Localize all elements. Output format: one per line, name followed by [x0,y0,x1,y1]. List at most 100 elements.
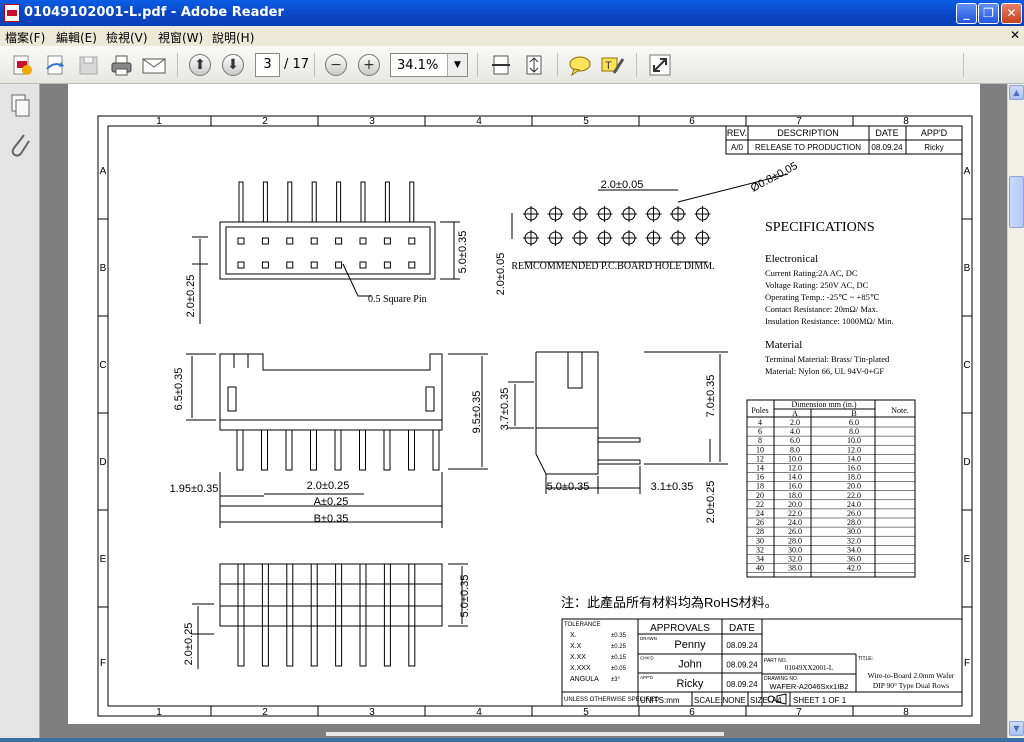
pin [262,181,268,223]
col-label: 4 [476,707,482,718]
zoom-select[interactable]: 34.1% ▼ [390,53,468,77]
table-cell: 16.0 [788,482,802,491]
col-label: 1 [156,116,162,127]
table-cell: 28.0 [847,518,861,527]
table-cell: 4.0 [790,427,800,436]
dim-side-h3: 3.7±0.35 [499,388,511,431]
email-button[interactable] [140,51,168,79]
save-button[interactable] [74,51,102,79]
highlight-button[interactable]: T [599,51,627,79]
pin-pad [408,261,416,269]
dim-side-h1: 6.5±0.35 [173,368,185,411]
tolerance-label: ANGULA [570,676,599,683]
dim-hole-diameter: Ø0.8±0.05 [749,160,800,195]
menu-edit[interactable]: 編輯(E) [56,29,97,46]
table-cell: 12.0 [847,445,861,454]
pin [384,181,390,223]
edit-button[interactable] [41,51,69,79]
pin-pad [359,237,367,245]
pin [408,563,416,667]
tolerance-label: X.XXX [570,665,591,672]
table-cell: 8.0 [849,427,859,436]
comment-button[interactable] [566,51,594,79]
zoom-in-button[interactable]: + [355,51,383,79]
horizontal-scroll-indicator[interactable] [326,732,724,736]
dim-front-row: 2.0±0.25 [185,275,197,318]
page-number-input[interactable]: 3 [255,53,280,77]
minimize-button[interactable]: _ [956,3,977,24]
col-label: 8 [903,707,909,718]
row-label: C [963,360,970,371]
spec-electrical-title: Electronical [765,253,818,265]
col-label: 2 [262,116,268,127]
pin-pad [383,237,391,245]
pdf-page: 1 2 3 4 5 6 7 8 1 2 3 4 5 6 7 8 A B C D … [68,84,980,724]
table-cell: 42.0 [847,564,861,573]
person-name: Ricky [677,678,704,690]
pin [287,181,293,223]
pin [359,563,367,667]
print-button[interactable] [107,51,135,79]
tb-date: DATE [729,623,755,634]
rev-cell: Ricky [924,143,944,152]
previous-page-button[interactable]: ⬆ [186,51,214,79]
fit-page-button[interactable] [520,51,548,79]
table-cell: 38.0 [788,564,802,573]
pin [409,181,415,223]
menu-file[interactable]: 檔案(F) [5,29,45,46]
fit-width-button[interactable] [487,51,515,79]
square-pin-label: 0.5 Square Pin [368,294,427,305]
create-pdf-button[interactable] [8,51,36,79]
vertical-scrollbar[interactable]: ▲ ▼ [1007,84,1024,738]
svg-text:T: T [605,60,612,72]
approval-date: 08.09.24 [726,641,758,650]
col-label: 5 [583,707,589,718]
table-cell: 10.0 [847,436,861,445]
dim-bottom-height: 5.0±0.35 [459,575,471,618]
table-cell: 12 [756,454,764,463]
spec-line: Voltage Rating: 250V AC, DC [765,280,869,290]
rev-header: DESCRIPTION [777,128,839,138]
spec-material-title: Material [765,339,802,351]
scroll-down-icon[interactable]: ▼ [1009,721,1024,736]
pin-pad [286,261,294,269]
chevron-down-icon[interactable]: ▼ [447,54,467,76]
engineering-drawing: 1 2 3 4 5 6 7 8 1 2 3 4 5 6 7 8 A B C D … [97,115,973,718]
col-label: 5 [583,116,589,127]
page-total: / 17 [284,57,310,72]
menu-help[interactable]: 說明(H) [212,29,254,46]
table-cell: 30.0 [788,545,802,554]
pin [236,429,244,471]
pin-pad [237,237,245,245]
scroll-thumb[interactable] [1009,176,1024,228]
zoom-out-button[interactable]: − [322,51,350,79]
pin-pad [335,237,343,245]
arrow-down-icon: ⬇ [222,54,244,76]
next-page-button[interactable]: ⬇ [219,51,247,79]
table-cell: 18 [756,482,764,491]
menu-view[interactable]: 檢視(V) [106,29,148,46]
restore-button[interactable]: ❐ [978,3,999,24]
expand-button[interactable] [646,51,674,79]
close-button[interactable]: ✕ [1001,3,1022,24]
pcb-hole-pattern [511,173,789,263]
table-cell: 34.0 [847,545,861,554]
dim-side-h2: 9.5±0.35 [471,391,483,434]
menu-window[interactable]: 視窗(W) [158,29,203,46]
person-name: Penny [674,639,706,651]
pin [360,181,366,223]
scroll-up-icon[interactable]: ▲ [1009,85,1024,100]
table-cell: 32.0 [788,555,802,564]
tb-part-no-label: PART NO. [764,658,787,664]
dim-edge: 1.95±0.35 [170,483,219,495]
tb-title-label: TITLE: [858,656,873,662]
document-close-icon[interactable]: ✕ [1010,28,1020,42]
row-label: F [964,658,970,669]
table-cell: 34 [756,555,764,564]
table-cell: 24.0 [847,500,861,509]
pin-pad [383,261,391,269]
attachments-icon[interactable] [11,134,30,157]
approval-date: 08.09.24 [726,661,758,670]
pages-panel-icon[interactable] [11,94,30,117]
table-cell: 16.0 [847,464,861,473]
